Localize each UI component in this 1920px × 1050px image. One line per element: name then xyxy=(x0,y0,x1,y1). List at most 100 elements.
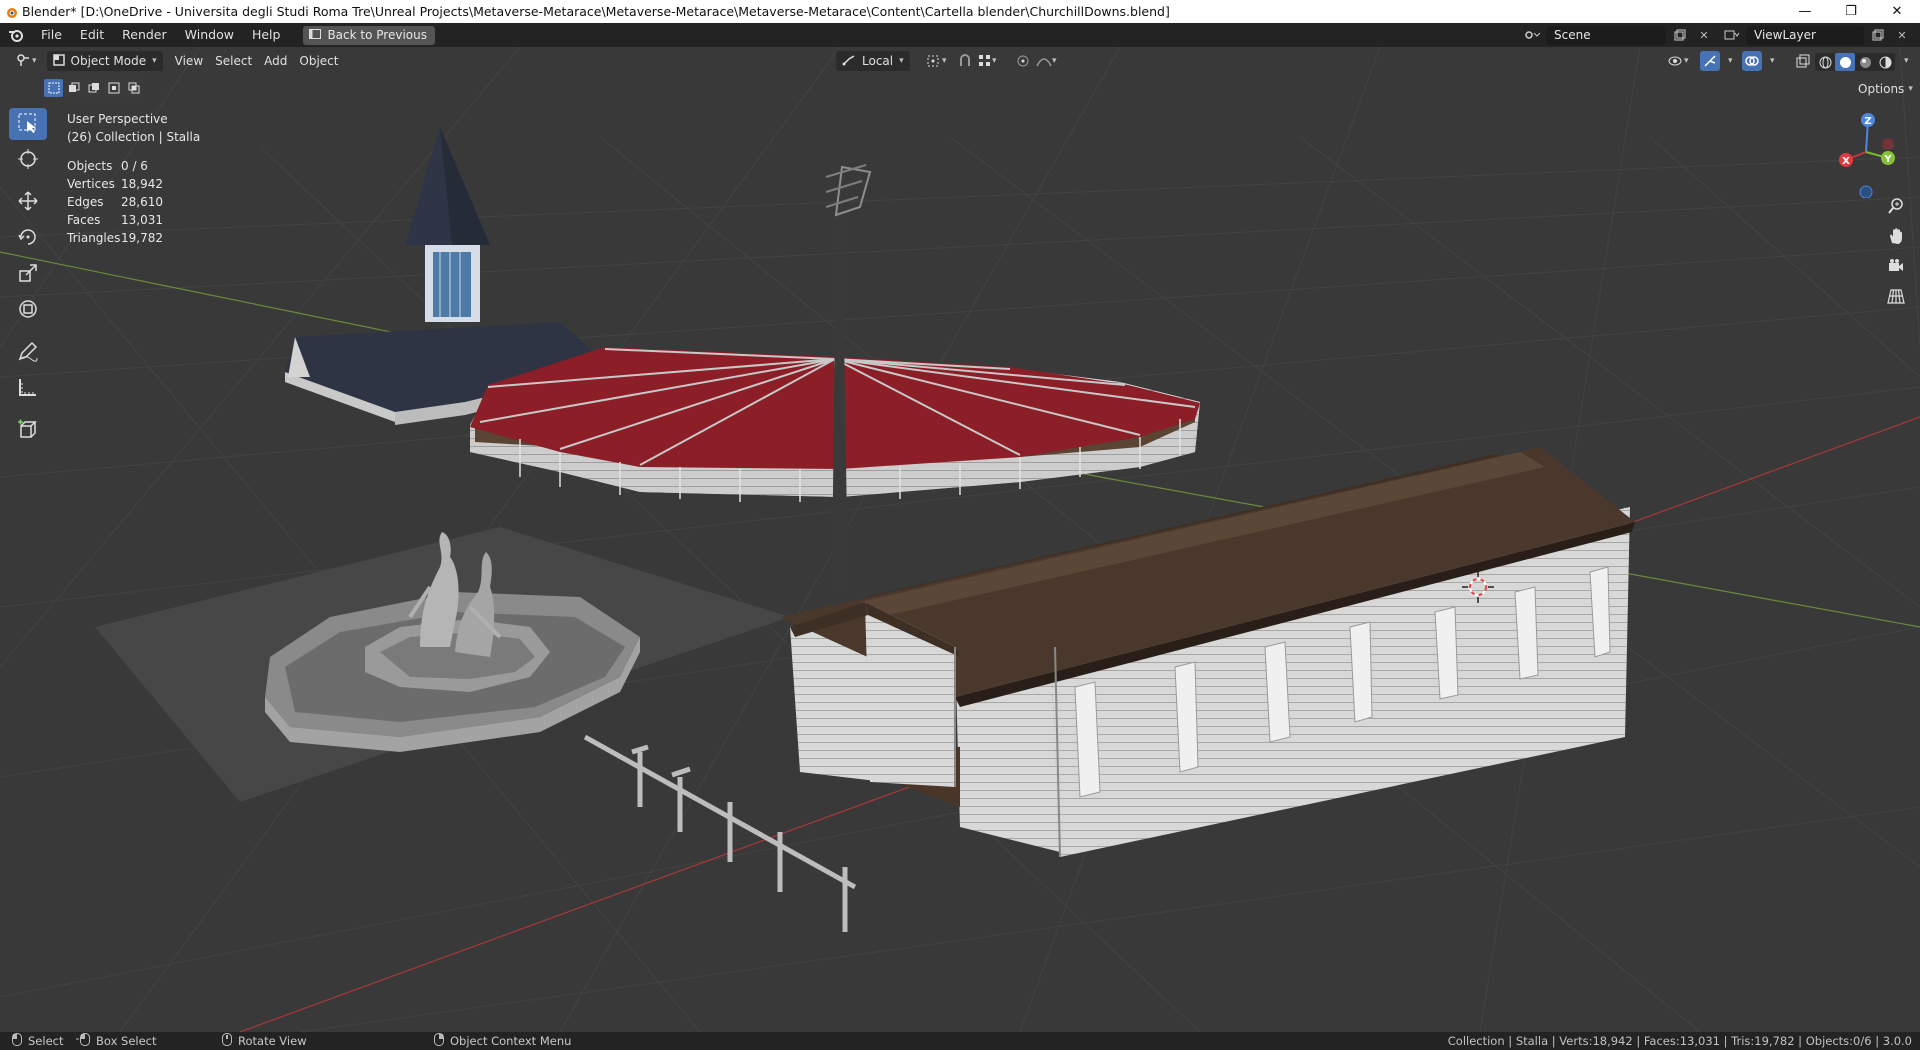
mouse-right-icon xyxy=(434,1033,444,1049)
menu-select[interactable]: Select xyxy=(209,51,258,71)
show-gizmo-button[interactable] xyxy=(1700,51,1720,71)
viewlayer-browse-icon[interactable] xyxy=(1722,26,1742,45)
gizmo-options-dropdown[interactable]: ▾ xyxy=(1722,51,1739,71)
delete-scene-icon[interactable]: ✕ xyxy=(1694,26,1714,45)
scale-icon xyxy=(17,262,39,287)
wireframe-shading-icon[interactable] xyxy=(1815,53,1835,71)
stat-edges: Edges 28,610 xyxy=(67,195,163,209)
perspective-label: User Perspective xyxy=(67,112,168,126)
scale-tool[interactable] xyxy=(9,258,47,290)
chevron-down-icon: ▾ xyxy=(1728,56,1733,66)
menu-view[interactable]: View xyxy=(169,51,209,71)
pivot-point-button[interactable]: ▾ xyxy=(920,51,953,71)
select-new-icon[interactable] xyxy=(44,79,63,97)
add-cube-icon xyxy=(17,418,39,443)
select-box-icon xyxy=(17,112,39,137)
blender-logo-icon[interactable] xyxy=(0,23,32,47)
menu-add[interactable]: Add xyxy=(258,51,293,71)
navigation-buttons xyxy=(1882,194,1910,310)
back-to-previous-button[interactable]: Back to Previous xyxy=(303,25,435,45)
viewlayer-name-field[interactable]: ViewLayer xyxy=(1746,25,1864,45)
shading-options-dropdown[interactable]: ▾ xyxy=(1898,51,1915,71)
material-preview-shading-icon[interactable] xyxy=(1855,53,1875,71)
transform-tool[interactable] xyxy=(9,294,47,326)
object-mode-label: Object Mode xyxy=(70,54,147,68)
chevron-down-icon: ▾ xyxy=(1684,56,1689,66)
grid-perspective-icon xyxy=(1887,287,1905,308)
snap-target-button[interactable]: ▾ xyxy=(972,51,1003,71)
select-box-tool[interactable] xyxy=(9,108,47,140)
navigation-gizmo[interactable]: Z X Y xyxy=(1826,108,1906,199)
viewlayer-selector: ViewLayer ✕ xyxy=(1722,25,1912,45)
collection-label: (26) Collection | Stalla xyxy=(67,130,201,144)
viewport-header: ▾ Object Mode ▾ View Select Add Object L… xyxy=(0,47,1920,75)
menu-window[interactable]: Window xyxy=(176,23,243,47)
tool-shelf xyxy=(8,108,48,450)
select-intersect-icon[interactable] xyxy=(124,79,143,97)
mouse-left-icon xyxy=(12,1033,22,1049)
editor-type-button[interactable]: ▾ xyxy=(10,51,43,71)
viewport-editor-icon xyxy=(16,53,32,70)
overlay-options-dropdown[interactable]: ▾ xyxy=(1764,51,1781,71)
menu-render[interactable]: Render xyxy=(113,23,176,47)
minimize-button[interactable]: — xyxy=(1782,0,1828,23)
3d-viewport[interactable]: User Perspective (26) Collection | Stall… xyxy=(0,47,1920,1032)
hand-icon xyxy=(1887,227,1905,248)
camera-view-button[interactable] xyxy=(1882,254,1910,280)
orientation-icon xyxy=(842,54,856,69)
move-tool[interactable] xyxy=(9,186,47,218)
object-mode-icon xyxy=(52,53,65,69)
stat-triangles: Triangles 19,782 xyxy=(67,231,163,245)
xray-toggle-button[interactable] xyxy=(1790,51,1816,71)
perspective-toggle-button[interactable] xyxy=(1882,284,1910,310)
transform-orientation-dropdown[interactable]: Local ▾ xyxy=(836,51,910,71)
stat-vertices: Vertices 18,942 xyxy=(67,177,163,191)
chevron-down-icon: ▾ xyxy=(899,56,904,66)
annotate-tool[interactable] xyxy=(9,336,47,368)
delete-viewlayer-icon[interactable]: ✕ xyxy=(1892,26,1912,45)
shading-mode-group xyxy=(1815,53,1895,71)
scene-name-field[interactable]: Scene xyxy=(1546,25,1666,45)
chevron-down-icon: ▾ xyxy=(1908,84,1913,94)
window-titlebar: Blender* [D:\OneDrive - Universita degli… xyxy=(0,0,1920,23)
select-subtract-icon[interactable] xyxy=(84,79,103,97)
options-dropdown[interactable]: Options ▾ xyxy=(1850,79,1920,99)
mouse-drag-icon xyxy=(76,1033,90,1049)
new-viewlayer-icon[interactable] xyxy=(1868,26,1888,45)
rendered-shading-icon[interactable] xyxy=(1875,53,1895,71)
menu-object[interactable]: Object xyxy=(293,51,344,71)
menu-file[interactable]: File xyxy=(32,23,71,47)
viewport-info-overlay: User Perspective (26) Collection | Stall… xyxy=(67,110,200,247)
chevron-down-icon: ▾ xyxy=(992,56,997,66)
move-icon xyxy=(17,190,39,215)
falloff-button[interactable]: ▾ xyxy=(1030,51,1063,71)
close-button[interactable]: ✕ xyxy=(1874,0,1920,23)
solid-shading-icon[interactable] xyxy=(1835,53,1855,71)
add-cube-tool[interactable] xyxy=(9,414,47,446)
status-select-hint: Select xyxy=(12,1033,63,1049)
window-title: Blender* [D:\OneDrive - Universita degli… xyxy=(22,4,1170,19)
stat-faces: Faces 13,031 xyxy=(67,213,163,227)
select-invert-icon[interactable] xyxy=(104,79,123,97)
visibility-selectability-button[interactable]: ▾ xyxy=(1662,51,1695,71)
zoom-button[interactable] xyxy=(1882,194,1910,220)
scene-render xyxy=(0,47,1920,1032)
rotate-tool[interactable] xyxy=(9,222,47,254)
annotate-pencil-icon xyxy=(17,340,39,365)
object-mode-dropdown[interactable]: Object Mode ▾ xyxy=(46,51,163,71)
select-extend-icon[interactable] xyxy=(64,79,83,97)
show-overlays-button[interactable] xyxy=(1742,51,1762,71)
measure-tool[interactable] xyxy=(9,372,47,404)
status-scene-info: Collection | Stalla | Verts:18,942 | Fac… xyxy=(1447,1034,1912,1048)
restore-button[interactable]: ❐ xyxy=(1828,0,1874,23)
rotate-icon xyxy=(17,226,39,251)
scene-browse-icon[interactable] xyxy=(1522,26,1542,45)
pan-button[interactable] xyxy=(1882,224,1910,250)
chevron-down-icon: ▾ xyxy=(152,56,157,66)
z-axis-label: Z xyxy=(1864,116,1871,127)
x-axis-label: X xyxy=(1842,156,1850,167)
cursor-tool[interactable] xyxy=(9,144,47,176)
new-scene-icon[interactable] xyxy=(1670,26,1690,45)
menu-help[interactable]: Help xyxy=(243,23,290,47)
menu-edit[interactable]: Edit xyxy=(71,23,113,47)
